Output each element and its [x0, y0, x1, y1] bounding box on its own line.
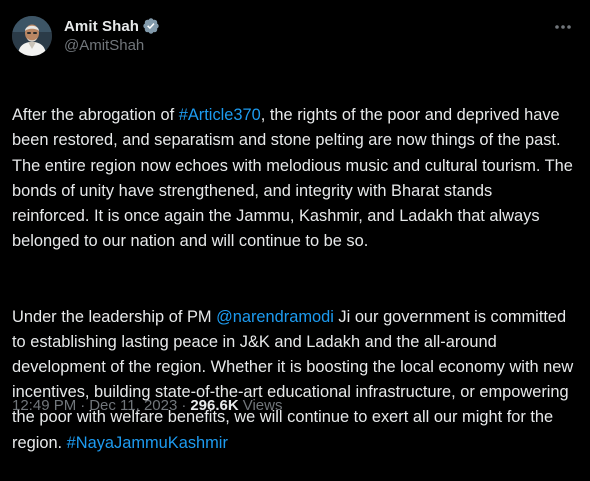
- verified-badge-icon[interactable]: [142, 17, 160, 35]
- name-row: Amit Shah: [64, 16, 160, 36]
- text-segment: Ji our government is committed to establ…: [12, 307, 574, 452]
- text-segment: After the abrogation of: [12, 106, 179, 125]
- meta-separator: ·: [181, 397, 187, 414]
- hashtag-link[interactable]: #Article370: [179, 106, 261, 124]
- tweet-date[interactable]: Dec 11, 2023: [89, 397, 177, 414]
- hashtag-link[interactable]: #NayaJammuKashmir: [67, 434, 228, 452]
- more-options-icon[interactable]: [552, 16, 574, 38]
- author-names: Amit Shah @AmitShah: [64, 16, 160, 54]
- author-handle[interactable]: @AmitShah: [64, 37, 160, 54]
- author-display-name[interactable]: Amit Shah: [64, 18, 139, 35]
- views-count: 296.6K: [190, 397, 239, 414]
- tweet-card: Amit Shah @AmitShah After the abrogation…: [0, 0, 590, 452]
- avatar-image: [12, 16, 52, 56]
- tweet-text: After the abrogation of #Article370, the…: [12, 78, 574, 481]
- mention-link[interactable]: @narendramodi: [216, 308, 334, 326]
- tweet-meta: 12:49 PM · Dec 11, 2023 · 296.6K Views: [12, 397, 282, 414]
- meta-separator: ·: [80, 397, 86, 414]
- tweet-paragraph-1: After the abrogation of #Article370, the…: [12, 103, 574, 254]
- views-label: Views: [242, 397, 283, 414]
- avatar[interactable]: [12, 16, 52, 56]
- tweet-paragraph-2: Under the leadership of PM @narendramodi…: [12, 305, 574, 456]
- tweet-header: Amit Shah @AmitShah: [12, 12, 574, 60]
- tweet-time[interactable]: 12:49 PM: [12, 397, 76, 414]
- text-segment: Under the leadership of PM: [12, 307, 217, 326]
- text-segment: , the rights of the poor and deprived ha…: [12, 106, 573, 251]
